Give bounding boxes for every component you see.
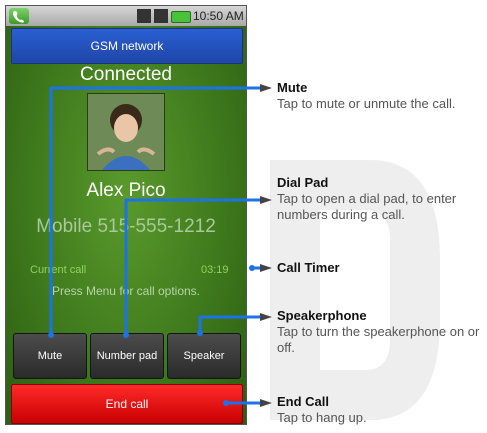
annotation-dial-pad: Dial Pad Tap to open a dial pad, to ente… <box>277 175 482 223</box>
annotation-speakerphone: Speakerphone Tap to turn the speakerphon… <box>277 308 487 356</box>
annotation-desc: Tap to hang up. <box>277 410 367 425</box>
annotation-mute: Mute Tap to mute or unmute the call. <box>277 80 482 112</box>
annotation-title: Speakerphone <box>277 308 367 323</box>
annotation-title: Dial Pad <box>277 175 329 190</box>
annotation-end-call: End Call Tap to hang up. <box>277 394 482 426</box>
annotation-title: End Call <box>277 394 330 409</box>
annotation-desc: Tap to open a dial pad, to enter numbers… <box>277 191 457 222</box>
annotation-desc: Tap to turn the speakerphone on or off. <box>277 324 480 355</box>
annotation-title: Mute <box>277 80 308 95</box>
annotation-call-timer: Call Timer <box>277 260 482 276</box>
annotation-desc: Tap to mute or unmute the call. <box>277 96 456 111</box>
annotation-title: Call Timer <box>277 260 340 275</box>
